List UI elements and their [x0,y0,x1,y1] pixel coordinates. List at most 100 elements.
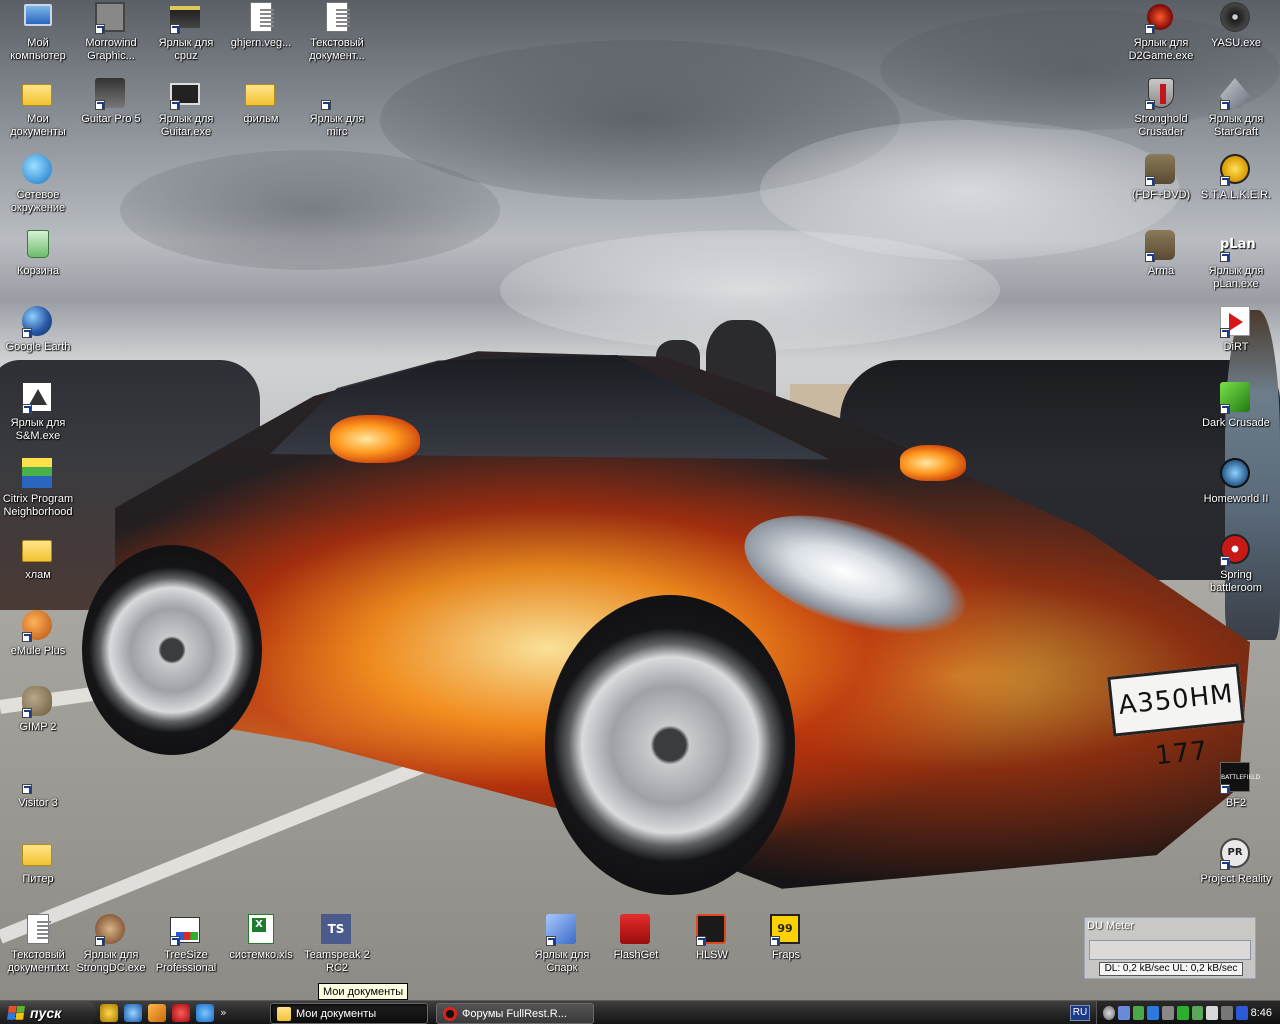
emule-desktop-shortcut[interactable]: eMule Plus [0,610,76,658]
du-meter-widget[interactable]: DU Meter DL: 0,2 kB/sec UL: 0,2 kB/sec [1084,917,1256,979]
citrix-desktop-shortcut[interactable]: Citrix Program Neighborhood [0,458,76,519]
film-folder-desktop-shortcut[interactable]: фильм [223,78,299,126]
mirc-desktop-shortcut[interactable]: Ярлык для mirc [299,78,375,139]
my-documents-icon [22,78,54,110]
hlam-folder-desktop-shortcut[interactable]: хлам [0,534,76,582]
shortcut-arrow-icon [1145,252,1155,262]
shortcut-arrow-icon [1220,556,1230,566]
icon-label: Ярлык для cpuz [158,37,214,62]
text-doc-top-desktop-shortcut[interactable]: Текстовый документ... [299,2,375,63]
dark-crusade-desktop-shortcut[interactable]: Dark Crusade [1198,382,1274,430]
quicklaunch-browser-icon[interactable] [124,1004,142,1022]
gimp-desktop-shortcut[interactable]: GIMP 2 [0,686,76,734]
homeworld-desktop-shortcut[interactable]: Homeworld II [1198,458,1274,506]
tray-disc-icon[interactable] [1103,1006,1115,1020]
arma-desktop-shortcut[interactable]: Arma [1123,230,1199,278]
google-earth-desktop-shortcut[interactable]: Google Earth [0,306,76,354]
fraps-desktop-shortcut[interactable]: 99 Fraps [748,914,824,962]
project-reality-icon: PR [1220,838,1252,870]
quicklaunch-opera-icon[interactable] [172,1004,190,1022]
tooltip: Мои документы [318,983,409,1000]
plan-desktop-shortcut[interactable]: pLan Ярлык для pLan.exe [1198,230,1274,291]
tray-app-icon[interactable] [1191,1006,1204,1020]
icon-label: Ярлык для StrongDC.exe [76,949,146,974]
bf2-desktop-shortcut[interactable]: BATTLEFIELD BF2 [1198,762,1274,810]
icon-label: Питер [22,873,54,885]
sm-exe-desktop-shortcut[interactable]: Ярлык для S&M.exe [0,382,76,443]
tray-app-icon[interactable] [1162,1006,1174,1020]
start-button[interactable]: пуск [0,1001,96,1024]
quicklaunch-more-chevron[interactable]: » [220,1004,227,1022]
text-document-desktop-shortcut[interactable]: Текстовый документ.txt [0,914,76,975]
yasu-desktop-shortcut[interactable]: YASU.exe [1198,2,1274,50]
my-computer-desktop-shortcut[interactable]: Мой компьютер [0,2,76,63]
icon-label: фильм [243,113,279,125]
d2game-desktop-shortcut[interactable]: Ярлык для D2Game.exe [1123,2,1199,63]
cpuz-desktop-shortcut[interactable]: Ярлык для cpuz [148,2,224,63]
du-meter-graph [1089,940,1251,960]
shortcut-arrow-icon [22,784,32,794]
text-document-icon [22,914,54,946]
hlsw-desktop-shortcut[interactable]: HLSW [674,914,750,962]
shortcut-arrow-icon [170,936,180,946]
piter-folder-icon [22,838,54,870]
tray-app-icon[interactable] [1235,1006,1248,1020]
shortcut-arrow-icon [22,632,32,642]
icon-label: (FDF+DVD) [1131,189,1191,201]
du-meter-stats: DL: 0,2 kB/sec UL: 0,2 kB/sec [1099,962,1243,976]
quicklaunch-app-icon[interactable] [100,1004,118,1022]
folder-glyph [22,540,52,562]
tray-app-icon[interactable] [1176,1006,1189,1020]
guitar-exe-desktop-shortcut[interactable]: Ярлык для Guitar.exe [148,78,224,139]
hlsw-icon [696,914,728,946]
task-my-documents[interactable]: Мои документы [270,1003,428,1024]
guitar-pro-desktop-shortcut[interactable]: Guitar Pro 5 [73,78,149,126]
clock[interactable]: 8:46 [1251,1007,1272,1019]
icon-label: Citrix Program Neighborhood [2,493,74,518]
tray-network-icon[interactable] [1117,1006,1130,1020]
icon-label: Сетевое окружение [10,189,66,214]
start-label: пуск [30,1005,62,1021]
project-reality-desktop-shortcut[interactable]: PR Project Reality [1198,838,1274,886]
dark-crusade-icon [1220,382,1252,414]
tray-app-icon[interactable] [1132,1006,1145,1020]
network-places-icon [22,154,54,186]
bin-glyph [27,230,49,258]
quicklaunch-ie-icon[interactable] [196,1004,214,1022]
sistemko-xls-desktop-shortcut[interactable]: системко.xls [223,914,299,962]
folder-glyph [22,844,52,866]
icon-label: Fraps [771,949,801,961]
starcraft-desktop-shortcut[interactable]: Ярлык для StarCraft [1198,78,1274,139]
teamspeak-desktop-shortcut[interactable]: TS Teamspeak 2 RC2 [299,914,375,975]
fdf-dvd-desktop-shortcut[interactable]: (FDF+DVD) [1123,154,1199,202]
stronghold-desktop-shortcut[interactable]: Stronghold Crusader [1123,78,1199,139]
task-fullrest-forum[interactable]: Форумы FullRest.R... [436,1003,594,1024]
text-doc-top-icon [321,2,353,34]
treesize-desktop-shortcut[interactable]: TreeSize Professional [148,914,224,975]
my-computer-icon [22,2,54,34]
flashget-desktop-shortcut[interactable]: FlashGet [598,914,674,962]
quicklaunch-pen-icon[interactable] [148,1004,166,1022]
citrix-icon [22,458,54,490]
icon-label: Ярлык для StarCraft [1208,113,1264,138]
spark-desktop-shortcut[interactable]: Ярлык для Спарк [524,914,600,975]
car-mirror [900,445,966,481]
spring-desktop-shortcut[interactable]: Spring battleroom [1198,534,1274,595]
shortcut-arrow-icon [170,100,180,110]
visitor-desktop-shortcut[interactable]: Visitor 3 [0,762,76,810]
stalker-desktop-shortcut[interactable]: S.T.A.L.K.E.R. [1198,154,1274,202]
my-documents-desktop-shortcut[interactable]: Мои документы [0,78,76,139]
shortcut-arrow-icon [1145,176,1155,186]
strongdc-desktop-shortcut[interactable]: Ярлык для StrongDC.exe [73,914,149,975]
tray-app-icon[interactable] [1147,1006,1159,1020]
shortcut-arrow-icon [770,936,780,946]
recycle-bin-desktop-shortcut[interactable]: Корзина [0,230,76,278]
ghjern-desktop-shortcut[interactable]: ghjern.veg... [223,2,299,50]
language-indicator[interactable]: RU [1070,1005,1090,1021]
piter-folder-desktop-shortcut[interactable]: Питер [0,838,76,886]
dirt-desktop-shortcut[interactable]: DiRT [1198,306,1274,354]
tray-app-icon[interactable] [1206,1006,1218,1020]
tray-volume-icon[interactable] [1221,1006,1233,1020]
network-places-desktop-shortcut[interactable]: Сетевое окружение [0,154,76,215]
morrowind-desktop-shortcut[interactable]: Morrowind Graphic... [73,2,149,63]
